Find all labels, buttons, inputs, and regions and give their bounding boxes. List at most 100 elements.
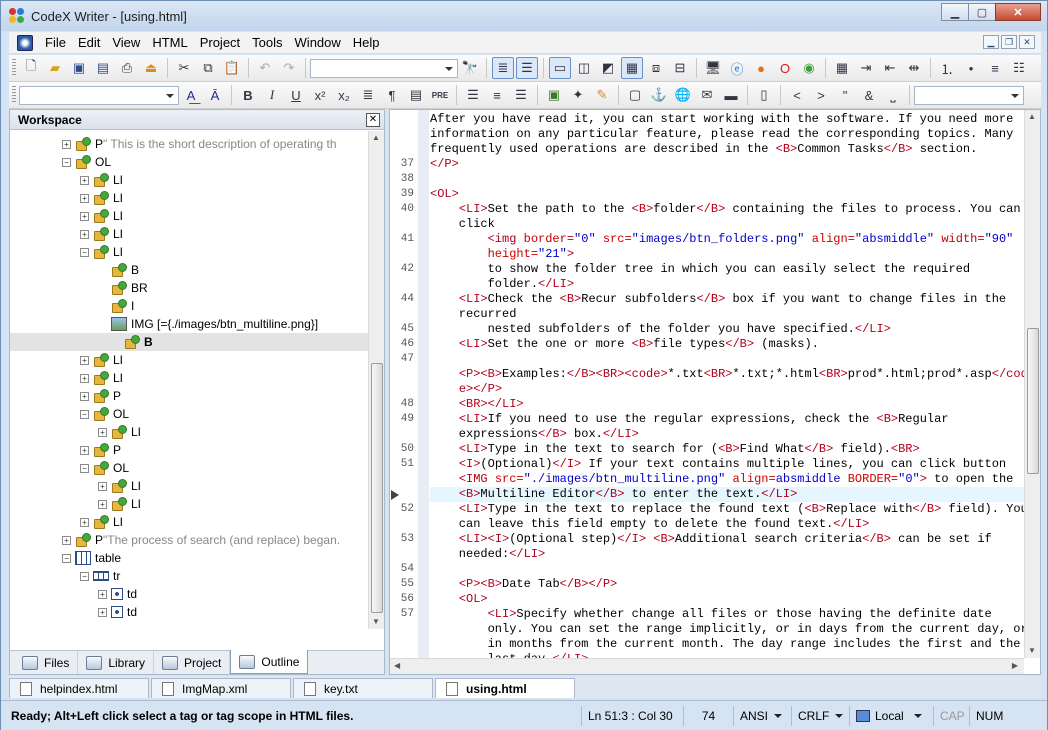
subscript-icon[interactable]: x₂ <box>333 84 355 106</box>
tree-node[interactable]: + LI <box>80 513 123 531</box>
tree-node[interactable]: + LI <box>80 369 123 387</box>
chrome-browser-icon[interactable]: ◉ <box>798 57 820 79</box>
tree-node[interactable]: + LI <box>80 207 123 225</box>
insert-link-icon[interactable]: 🌐 <box>672 84 694 106</box>
code-editor[interactable]: 37 38 39 40 41 42 44 45 46 47 48 49 50 51 52 53 54 55 56 57… <box>389 109 1041 675</box>
align-center-icon[interactable]: ≡ <box>486 84 508 106</box>
editor-scrollbar[interactable]: ▲ ▼ <box>1024 110 1040 658</box>
view-preview-icon[interactable]: ◫ <box>573 57 595 79</box>
tree-node[interactable]: + LI <box>98 423 141 441</box>
code-line[interactable]: <BR></LI> <box>430 397 524 412</box>
expand-toggle[interactable]: − <box>80 409 89 419</box>
code-line[interactable]: frequently used operations are described… <box>430 142 977 157</box>
block-icon[interactable]: ▤ <box>405 84 427 106</box>
print-icon[interactable]: ⎙ <box>116 57 138 79</box>
insert-comment-icon[interactable]: ▯ <box>753 84 775 106</box>
tree-node[interactable]: I <box>98 297 134 315</box>
tab-library[interactable]: Library <box>78 651 155 674</box>
save-icon[interactable]: ▣ <box>68 57 90 79</box>
menu-help[interactable]: Help <box>347 33 386 53</box>
firefox-browser-icon[interactable]: ● <box>750 57 772 79</box>
expand-toggle[interactable]: + <box>80 445 89 455</box>
tree-node[interactable]: BR <box>98 279 148 297</box>
align-right-icon[interactable]: ☰ <box>510 84 532 106</box>
pre-icon[interactable]: PRE <box>429 84 451 106</box>
expand-toggle[interactable]: + <box>80 355 89 365</box>
expand-toggle[interactable]: + <box>98 607 107 617</box>
code-line[interactable]: recurred <box>430 307 517 322</box>
cut-icon[interactable]: ✂ <box>173 57 195 79</box>
code-line[interactable]: needed:</LI> <box>430 547 545 562</box>
mdi-minimize-button[interactable]: ▁ <box>983 35 999 49</box>
superscript-icon[interactable]: x² <box>309 84 331 106</box>
tree-node[interactable]: + P "The process of search (and replace) … <box>62 531 340 549</box>
ampersand-icon[interactable]: & <box>858 84 880 106</box>
code-line[interactable]: <img border="0" src="images/btn_folders.… <box>430 232 1014 247</box>
tree-node[interactable]: B <box>10 333 368 351</box>
expand-toggle[interactable]: + <box>62 139 71 149</box>
close-button[interactable]: ✕ <box>995 3 1041 21</box>
expand-toggle[interactable]: − <box>80 463 89 473</box>
code-line[interactable]: information on any particular feature, p… <box>430 127 1013 142</box>
minimize-button[interactable]: ▁ <box>941 3 969 21</box>
new-file-icon[interactable]: 🗋 <box>20 57 42 79</box>
copy-icon[interactable]: ⧉ <box>197 57 219 79</box>
menu-view[interactable]: View <box>106 33 146 53</box>
expand-toggle[interactable]: + <box>80 229 89 239</box>
expand-toggle[interactable]: + <box>80 193 89 203</box>
less-than-icon[interactable]: < <box>786 84 808 106</box>
strike-icon[interactable]: ≣ <box>357 84 379 106</box>
bold-icon[interactable]: B <box>237 84 259 106</box>
menu-window[interactable]: Window <box>289 33 347 53</box>
code-line[interactable]: can leave this field empty to delete the… <box>430 517 869 532</box>
find-icon[interactable]: 🔭 <box>459 57 481 79</box>
indent-icon[interactable]: ⇥ <box>855 57 877 79</box>
browser-preview-icon[interactable]: 🖥 <box>702 57 724 79</box>
insert-media-icon[interactable]: ✦ <box>567 84 589 106</box>
line-numbers-icon[interactable]: ☰ <box>516 57 538 79</box>
code-line[interactable]: <OL> <box>430 592 488 607</box>
tree-node[interactable]: + P " This is the short description of op… <box>62 135 337 153</box>
code-line[interactable]: <LI>If you need to use the regular expre… <box>430 412 949 427</box>
insert-anchor-icon[interactable]: ⚓ <box>648 84 670 106</box>
tree-node[interactable]: + P <box>80 441 121 459</box>
tree-node[interactable]: IMG [={./images/btn_multiline.png}] <box>98 315 318 333</box>
doc-tab-helpindex[interactable]: helpindex.html <box>9 678 149 698</box>
toolbar-grip[interactable] <box>12 59 16 77</box>
tree-node[interactable]: + LI <box>98 477 141 495</box>
encoding-dropdown[interactable]: ANSI <box>733 705 791 726</box>
code-line[interactable]: </P> <box>430 157 459 172</box>
expand-toggle[interactable]: + <box>98 427 107 437</box>
code-line[interactable]: <B>Multiline Editor</B> to enter the tex… <box>430 487 1024 502</box>
expand-toggle[interactable]: − <box>80 571 89 581</box>
underline-icon[interactable]: U <box>285 84 307 106</box>
tree-scrollbar[interactable]: ▲ ▼ <box>368 131 384 629</box>
close-icon[interactable]: ✕ <box>366 112 380 127</box>
code-line[interactable]: expressions</B> box.</LI> <box>430 427 639 442</box>
expand-toggle[interactable]: − <box>62 553 71 563</box>
code-line[interactable]: <LI>Type in the text to replace the foun… <box>430 502 1026 517</box>
mdi-close-button[interactable]: ✕ <box>1019 35 1035 49</box>
tree-node[interactable]: + td <box>98 585 137 603</box>
code-line[interactable]: <LI>Set the one or more <B>file types</B… <box>430 337 819 352</box>
code-line[interactable]: to show the folder tree in which you can… <box>430 262 970 277</box>
tree-node[interactable]: − table <box>62 549 121 567</box>
quote-icon[interactable]: " <box>834 84 856 106</box>
code-line[interactable]: height="21"> <box>430 247 574 262</box>
ie-browser-icon[interactable]: ⓔ <box>726 57 748 79</box>
code-area[interactable]: After you have read it, you can start wo… <box>430 110 1026 658</box>
menu-html[interactable]: HTML <box>146 33 193 53</box>
tree-node[interactable]: − tr <box>80 567 120 585</box>
document-icon[interactable] <box>17 34 33 51</box>
insert-email-icon[interactable]: ✉ <box>696 84 718 106</box>
tree-node[interactable]: + P <box>80 387 121 405</box>
style-combo[interactable] <box>19 85 179 105</box>
location-dropdown[interactable]: Local <box>849 705 933 726</box>
paste-icon[interactable]: 📋 <box>221 57 243 79</box>
expand-toggle[interactable]: + <box>98 481 107 491</box>
insert-hr-icon[interactable]: ▬ <box>720 84 742 106</box>
redo-icon[interactable]: ↷ <box>278 57 300 79</box>
undo-icon[interactable]: ↶ <box>254 57 276 79</box>
code-line[interactable]: <I>(Optional)</I> If your text contains … <box>430 457 1006 472</box>
menu-project[interactable]: Project <box>194 33 246 53</box>
